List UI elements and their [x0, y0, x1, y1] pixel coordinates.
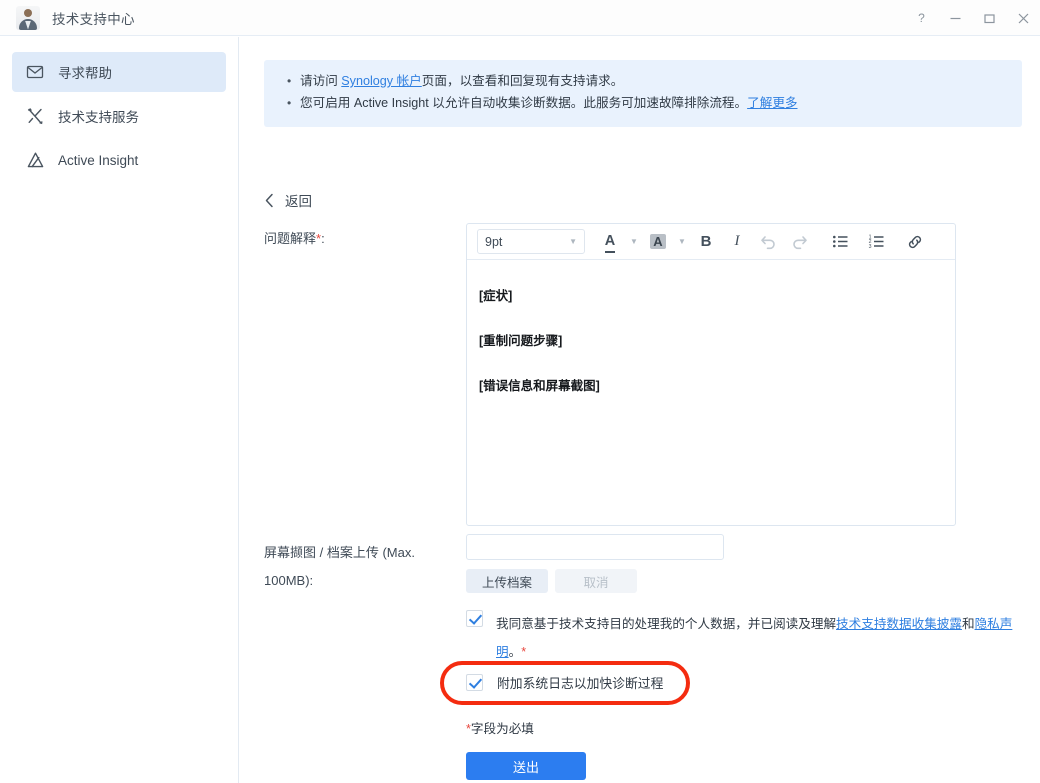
bullet-list-icon[interactable] — [825, 228, 855, 256]
window-controls: ? — [904, 0, 1040, 36]
banner-text: 您可启用 Active Insight 以允许自动收集诊断数据。此服务可加速故障… — [300, 96, 748, 110]
text-color-caret-icon[interactable]: ▼ — [626, 228, 642, 256]
undo-icon[interactable] — [753, 228, 783, 256]
font-size-value: 9pt — [485, 234, 503, 249]
back-button-label: 返回 — [285, 194, 312, 209]
chevron-left-icon — [264, 193, 275, 208]
title-bar: 技术支持中心 ? — [0, 0, 1040, 36]
submit-button[interactable]: 送出 — [466, 752, 586, 780]
sidebar-item-support-services[interactable]: 技术支持服务 — [12, 96, 226, 136]
consent-text-post: 。 — [508, 645, 522, 659]
required-asterisk: * — [521, 645, 527, 659]
chevron-down-icon: ▼ — [569, 237, 577, 246]
highlight-color-caret-icon[interactable]: ▼ — [674, 228, 690, 256]
banner-text: 请访问 — [300, 74, 342, 88]
editor-toolbar: 9pt ▼ A ▼ A ▼ B I 123 — [467, 224, 955, 260]
upload-label: 屏幕撷图 / 档案上传 (Max. 100MB): — [264, 545, 415, 588]
consent-checkbox[interactable] — [466, 610, 483, 627]
editor-line: [错误信息和屏幕截图] — [479, 379, 600, 393]
required-fields-note: *字段为必填 — [466, 718, 534, 737]
consent-text-pre: 我同意基于技术支持目的处理我的个人数据，并已阅读及理解 — [496, 617, 837, 631]
svg-text:?: ? — [918, 12, 925, 25]
main-content: 请访问 Synology 帐户页面，以查看和回复现有支持请求。 您可启用 Act… — [240, 37, 1040, 783]
data-collection-disclosure-link[interactable]: 技术支持数据收集披露 — [836, 617, 962, 631]
minimize-button[interactable] — [938, 0, 972, 36]
problem-label-text: 问题解释 — [264, 231, 317, 246]
help-button[interactable]: ? — [904, 0, 938, 36]
svg-text:3: 3 — [868, 244, 871, 250]
sidebar-item-get-help[interactable]: 寻求帮助 — [12, 52, 226, 92]
support-center-window: 技术支持中心 ? 寻求帮助 技术支持服务 Active Insight • 请访… — [0, 0, 1040, 783]
font-size-select[interactable]: 9pt ▼ — [477, 229, 585, 254]
upload-file-input[interactable] — [466, 534, 724, 560]
cancel-upload-button: 取消 — [555, 569, 637, 593]
editor-line: [重制问题步骤] — [479, 334, 563, 348]
learn-more-link[interactable]: 了解更多 — [747, 96, 797, 110]
banner-line-2: 您可启用 Active Insight 以允许自动收集诊断数据。此服务可加速故障… — [287, 93, 1008, 114]
sidebar-item-active-insight[interactable]: Active Insight — [12, 140, 226, 180]
system-log-row: 附加系统日志以加快诊断过程 — [466, 673, 663, 692]
sidebar-item-label: 寻求帮助 — [58, 66, 112, 81]
upload-file-button[interactable]: 上传档案 — [466, 569, 548, 593]
editor-line: [症状] — [479, 289, 513, 303]
info-banner: 请访问 Synology 帐户页面，以查看和回复现有支持请求。 您可启用 Act… — [264, 60, 1022, 127]
editor-content-area[interactable]: [症状] [重制问题步骤] [错误信息和屏幕截图] — [467, 260, 955, 423]
bold-icon[interactable]: B — [691, 228, 721, 256]
required-note-text: 字段为必填 — [470, 722, 534, 736]
active-insight-logo-icon — [24, 149, 46, 171]
system-log-checkbox[interactable] — [466, 674, 483, 691]
maximize-button[interactable] — [972, 0, 1006, 36]
sidebar: 寻求帮助 技术支持服务 Active Insight — [0, 37, 239, 783]
consent-row: 我同意基于技术支持目的处理我的个人数据，并已阅读及理解技术支持数据收集披露和隐私… — [466, 610, 1018, 666]
rich-text-editor[interactable]: 9pt ▼ A ▼ A ▼ B I 123 [症状] [重制问题步骤] [错误信… — [466, 223, 956, 526]
banner-text: 页面，以查看和回复现有支持请求。 — [421, 74, 624, 88]
sidebar-item-label: Active Insight — [58, 152, 139, 168]
back-button[interactable]: 返回 — [264, 190, 312, 210]
consent-text-mid: 和 — [961, 617, 975, 631]
italic-icon[interactable]: I — [722, 228, 752, 256]
numbered-list-icon[interactable]: 123 — [861, 228, 891, 256]
text-color-icon[interactable]: A — [595, 228, 625, 256]
system-log-label: 附加系统日志以加快诊断过程 — [497, 676, 664, 691]
window-title: 技术支持中心 — [52, 11, 135, 27]
envelope-icon — [24, 61, 46, 83]
problem-description-label: 问题解释*: — [264, 229, 454, 248]
sidebar-item-label: 技术支持服务 — [58, 110, 139, 125]
banner-line-1: 请访问 Synology 帐户页面，以查看和回复现有支持请求。 — [287, 71, 1008, 92]
user-avatar-icon — [16, 5, 40, 30]
highlight-color-icon[interactable]: A — [643, 228, 673, 256]
redo-icon[interactable] — [784, 228, 814, 256]
link-icon[interactable] — [900, 228, 930, 256]
synology-account-link[interactable]: Synology 帐户 — [341, 74, 422, 88]
tools-icon — [24, 105, 46, 127]
label-colon: : — [321, 231, 325, 246]
consent-text: 我同意基于技术支持目的处理我的个人数据，并已阅读及理解技术支持数据收集披露和隐私… — [496, 610, 1018, 666]
close-button[interactable] — [1006, 0, 1040, 36]
